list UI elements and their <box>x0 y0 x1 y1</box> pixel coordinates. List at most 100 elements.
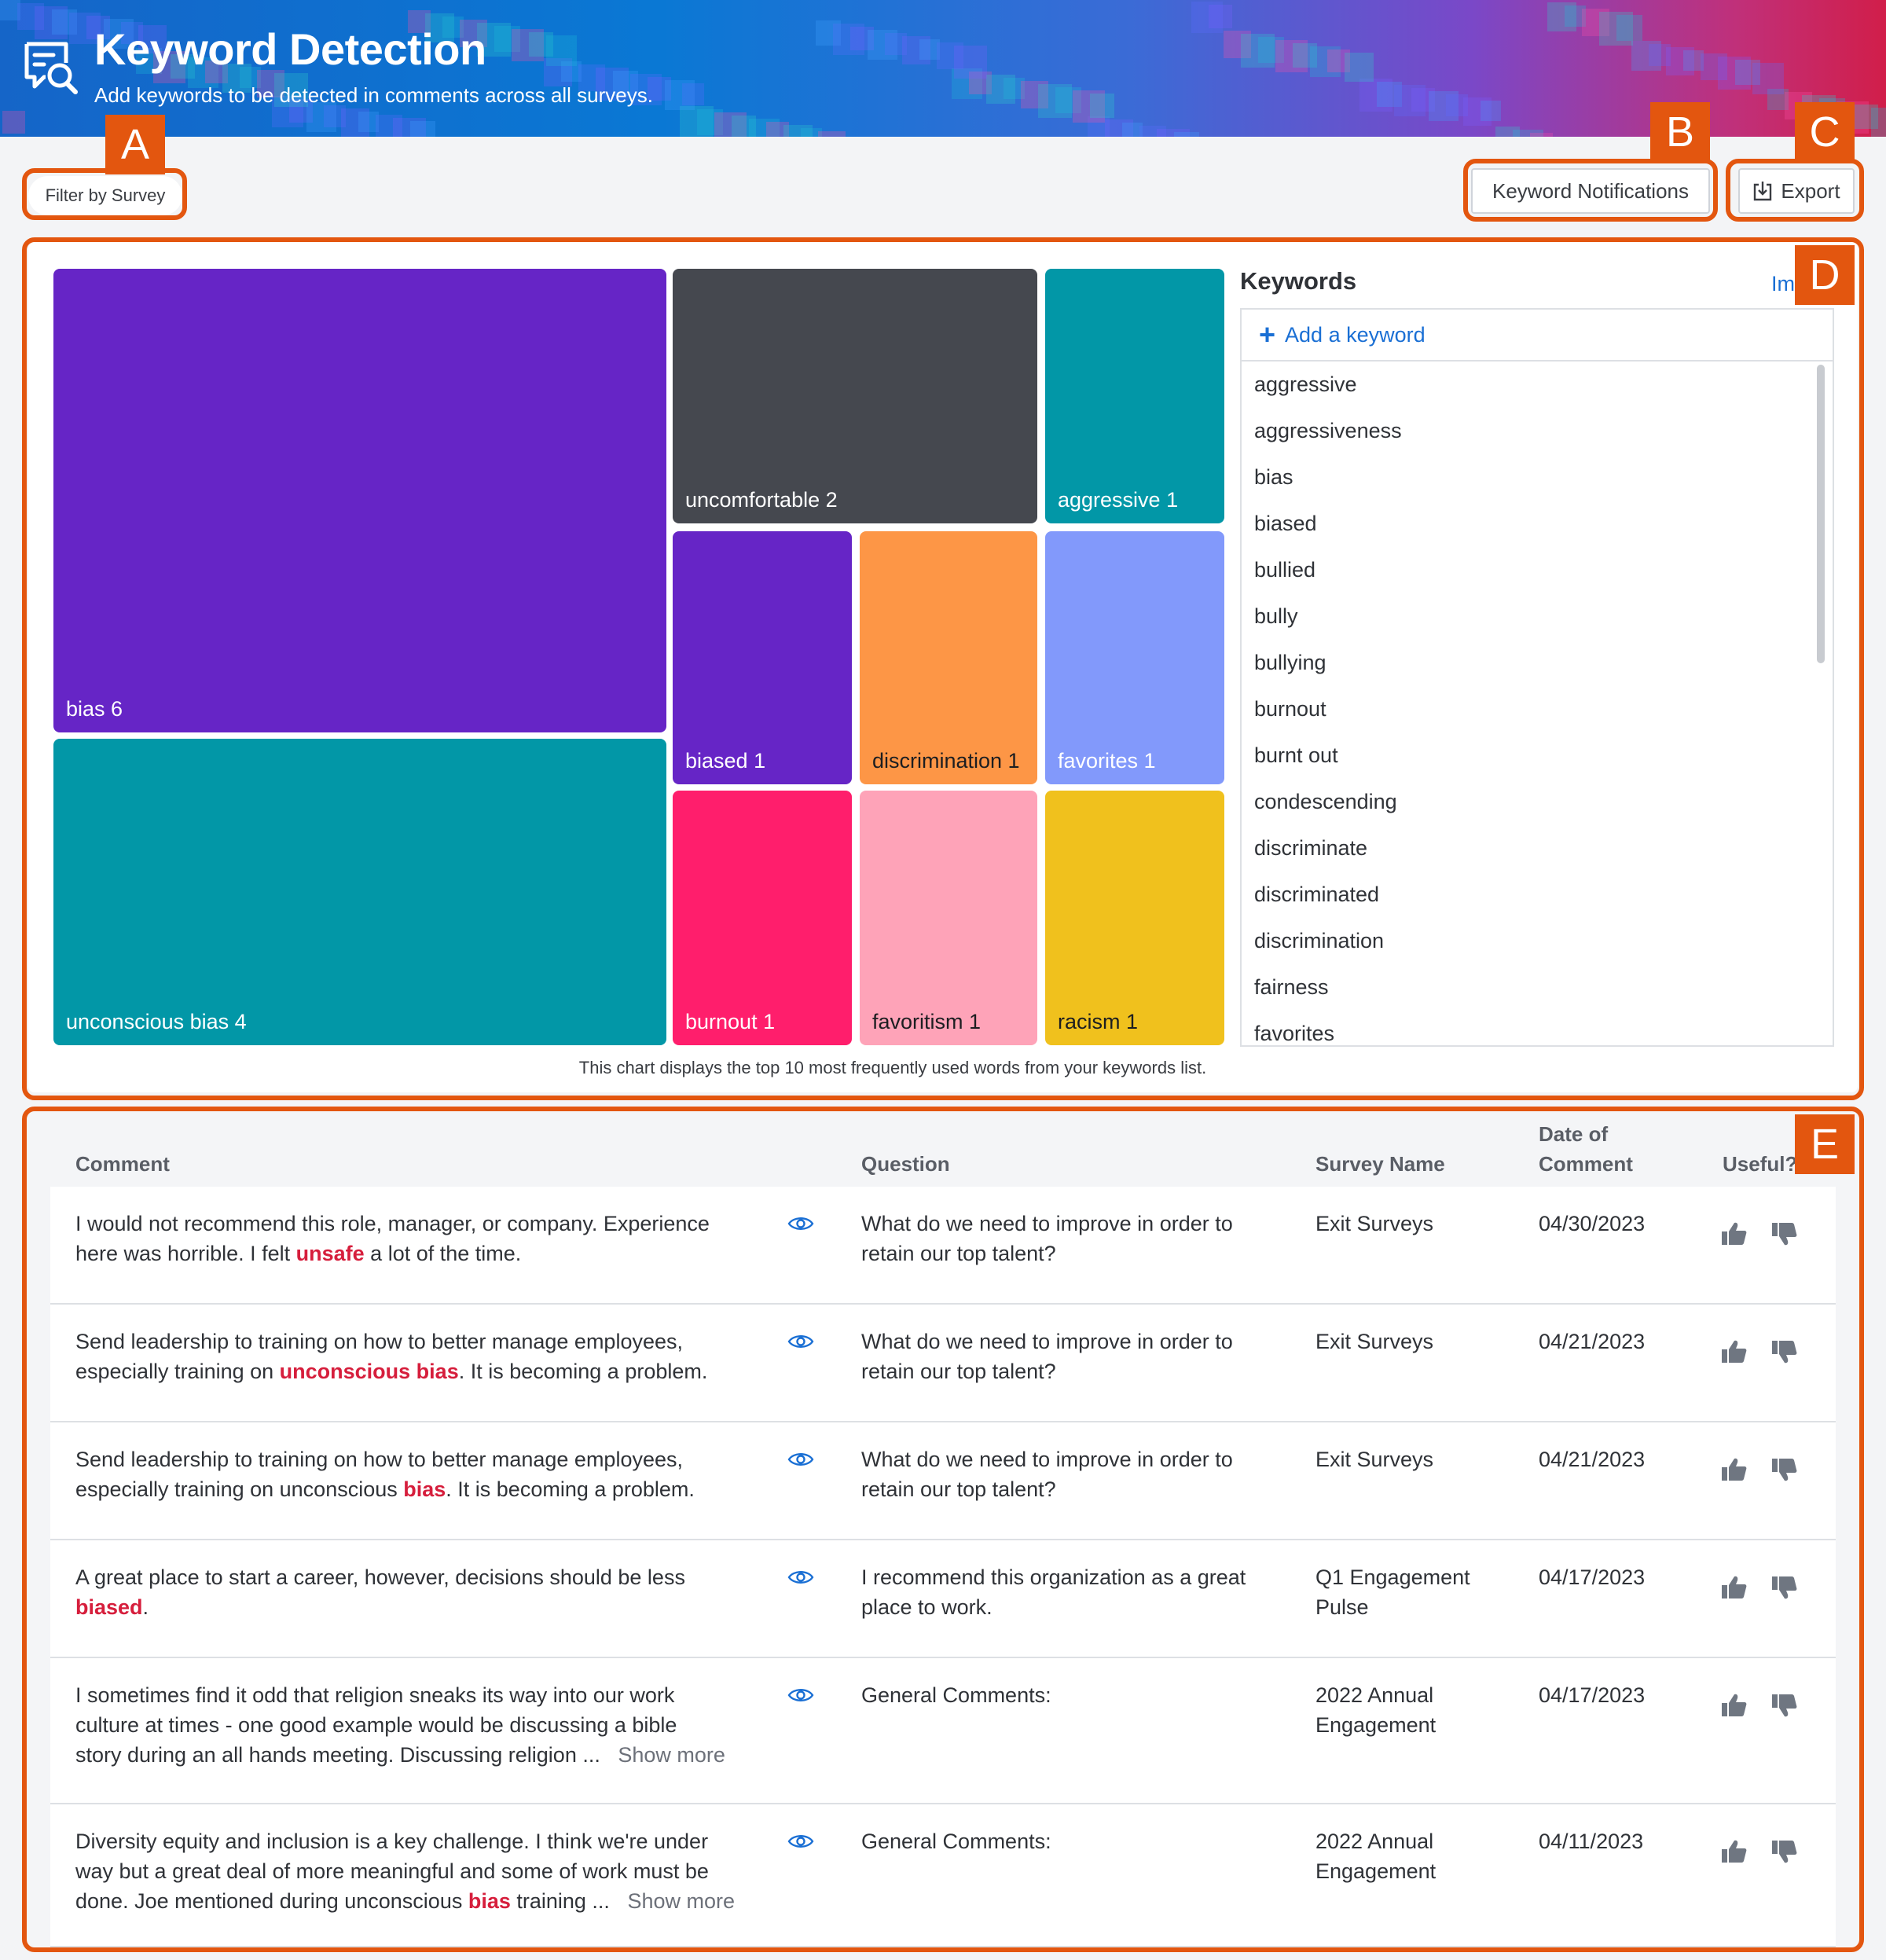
eye-icon[interactable] <box>787 1215 814 1232</box>
eye-icon[interactable] <box>787 1569 814 1586</box>
table-row[interactable]: I sometimes find it odd that religion sn… <box>50 1658 1836 1804</box>
comment-line: culture at times - one good example woul… <box>75 1713 677 1737</box>
thumbs-up-icon[interactable] <box>1721 1339 1748 1364</box>
import-link[interactable]: Im <box>1771 272 1795 296</box>
survey-line: Q1 Engagement <box>1315 1565 1470 1589</box>
add-keyword-button[interactable]: + Add a keyword <box>1242 310 1833 362</box>
treemap-tile-favorites[interactable]: favorites 1 <box>1045 531 1224 784</box>
keyword-item[interactable]: discrimination <box>1242 918 1833 964</box>
export-button[interactable]: Export <box>1738 168 1855 214</box>
survey-line: Engagement <box>1315 1859 1437 1883</box>
comment-date: 04/21/2023 <box>1539 1448 1646 1471</box>
callout-e: E <box>1795 1114 1855 1174</box>
column-header-survey[interactable]: Survey Name <box>1315 1149 1445 1179</box>
table-row[interactable]: A great place to start a career, however… <box>50 1540 1836 1658</box>
column-header-date[interactable]: Date of Comment <box>1539 1119 1633 1179</box>
thumbs-down-icon[interactable] <box>1771 1575 1798 1600</box>
header-pattern-tile <box>682 83 704 105</box>
keyword-highlight: biased <box>75 1595 143 1619</box>
comment-text: A great place to start a career, however… <box>75 1562 767 1622</box>
keyword-item[interactable]: biased <box>1242 501 1833 547</box>
comment-text: I would not recommend this role, manager… <box>75 1209 767 1268</box>
treemap-tile-label: favoritism 1 <box>872 1010 982 1033</box>
keyword-item[interactable]: condescending <box>1242 779 1833 825</box>
treemap-tile-label: unconscious bias 4 <box>66 1010 247 1033</box>
keyword-highlight: unsafe <box>295 1242 365 1265</box>
thumbs-down-icon[interactable] <box>1771 1693 1798 1718</box>
survey-name: Exit Surveys <box>1315 1327 1520 1356</box>
question-line: General Comments: <box>861 1683 1051 1707</box>
keyword-item[interactable]: burnout <box>1242 686 1833 732</box>
thumbs-down-icon[interactable] <box>1771 1221 1798 1246</box>
comment-line: story during an all hands meeting. Discu… <box>75 1743 725 1767</box>
eye-icon[interactable] <box>787 1687 814 1704</box>
keyword-notifications-button[interactable]: Keyword Notifications <box>1471 168 1710 214</box>
column-header-date-line2: Comment <box>1539 1152 1633 1176</box>
comment-line: I sometimes find it odd that religion sn… <box>75 1683 675 1707</box>
thumbs-up-icon[interactable] <box>1721 1693 1748 1718</box>
question-line: What do we need to improve in order to <box>861 1448 1233 1471</box>
column-header-question[interactable]: Question <box>861 1149 950 1179</box>
comment-line: Send leadership to training on how to be… <box>75 1330 683 1353</box>
thumbs-up-icon[interactable] <box>1721 1457 1748 1482</box>
table-row[interactable]: Send leadership to training on how to be… <box>50 1305 1836 1422</box>
treemap-tile-burnout[interactable]: burnout 1 <box>673 791 852 1045</box>
header-pattern-tile <box>1871 108 1886 137</box>
header-pattern-tile <box>1481 101 1501 121</box>
keyword-item[interactable]: bullied <box>1242 547 1833 593</box>
comment-text: Send leadership to training on how to be… <box>75 1444 767 1504</box>
table-row[interactable]: I would not recommend this role, manager… <box>50 1187 1836 1305</box>
treemap-tile-label: discrimination 1 <box>872 749 1020 773</box>
header-pattern-tile <box>1616 15 1642 41</box>
comment-date: 04/11/2023 <box>1539 1830 1644 1853</box>
treemap-tile-label: biased 1 <box>685 749 766 773</box>
keywords-scrollbar[interactable] <box>1817 365 1825 663</box>
question-line: retain our top talent? <box>861 1242 1056 1265</box>
keyword-item[interactable]: bias <box>1242 454 1833 501</box>
thumbs-up-icon[interactable] <box>1721 1221 1748 1246</box>
keyword-item[interactable]: burnt out <box>1242 732 1833 779</box>
treemap-tile-biased[interactable]: biased 1 <box>673 531 852 784</box>
filter-by-survey-button[interactable]: Filter by Survey <box>28 176 182 215</box>
show-more-link[interactable]: Show more <box>627 1889 735 1913</box>
eye-icon[interactable] <box>787 1833 814 1850</box>
treemap-tile-racism[interactable]: racism 1 <box>1045 791 1224 1045</box>
treemap-tile-favoritism[interactable]: favoritism 1 <box>860 791 1037 1045</box>
keyword-item[interactable]: aggressiveness <box>1242 408 1833 454</box>
keyword-item[interactable]: discriminated <box>1242 872 1833 918</box>
thumbs-up-icon[interactable] <box>1721 1839 1748 1864</box>
treemap-tile-uncomfortable[interactable]: uncomfortable 2 <box>673 269 1037 523</box>
survey-line: 2022 Annual <box>1315 1683 1434 1707</box>
treemap-tile-unconscious-bias[interactable]: unconscious bias 4 <box>53 739 666 1045</box>
treemap-tile-discrimination[interactable]: discrimination 1 <box>860 531 1037 784</box>
keyword-item[interactable]: bullying <box>1242 640 1833 686</box>
search-comments-icon <box>24 42 78 94</box>
thumbs-up-icon[interactable] <box>1721 1575 1748 1600</box>
comment-line: especially training on unconscious bias.… <box>75 1360 708 1383</box>
thumbs-down-icon[interactable] <box>1771 1457 1798 1482</box>
keyword-item[interactable]: aggressive <box>1242 362 1833 408</box>
survey-line: Exit Surveys <box>1315 1448 1434 1471</box>
table-row[interactable]: Diversity equity and inclusion is a key … <box>50 1804 1836 1947</box>
show-more-link[interactable]: Show more <box>618 1743 725 1767</box>
column-header-date-line1: Date of <box>1539 1122 1609 1146</box>
survey-line: Pulse <box>1315 1595 1369 1619</box>
header-pattern-tile <box>410 121 435 137</box>
keyword-item[interactable]: bully <box>1242 593 1833 640</box>
survey-name: 2022 Annual Engagement <box>1315 1680 1520 1740</box>
column-header-comment[interactable]: Comment <box>75 1149 170 1179</box>
keyword-item[interactable]: discriminate <box>1242 825 1833 872</box>
header-pattern-tile <box>818 131 846 137</box>
thumbs-down-icon[interactable] <box>1771 1339 1798 1364</box>
treemap-tile-aggressive[interactable]: aggressive 1 <box>1045 269 1224 523</box>
treemap-tile-bias[interactable]: bias 6 <box>53 269 666 732</box>
question-text: What do we need to improve in order to re… <box>861 1444 1286 1504</box>
keyword-item[interactable]: fairness <box>1242 964 1833 1011</box>
keyword-item[interactable]: favorites <box>1242 1011 1833 1045</box>
thumbs-down-icon[interactable] <box>1771 1839 1798 1864</box>
eye-icon[interactable] <box>787 1333 814 1350</box>
eye-icon[interactable] <box>787 1451 814 1468</box>
comment-line: Send leadership to training on how to be… <box>75 1448 683 1471</box>
table-row[interactable]: Send leadership to training on how to be… <box>50 1422 1836 1540</box>
question-line: General Comments: <box>861 1830 1051 1853</box>
